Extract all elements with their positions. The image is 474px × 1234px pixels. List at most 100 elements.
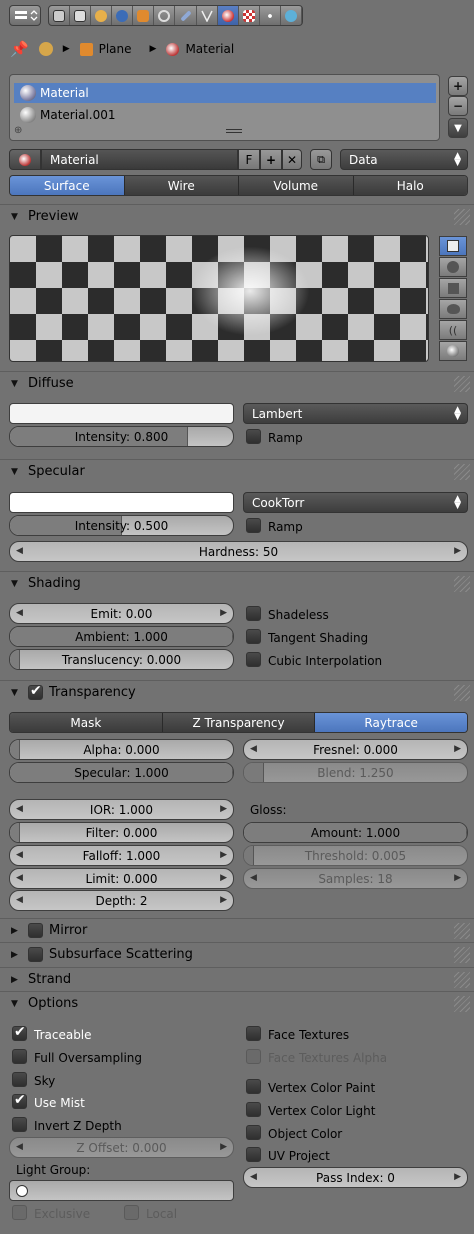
- panel-grip-icon[interactable]: [454, 464, 470, 480]
- uv-project-checkbox[interactable]: [246, 1147, 261, 1162]
- alpha-slider[interactable]: Alpha: 0.000: [9, 739, 234, 760]
- depth-field[interactable]: ◀ Depth: 2 ▶: [9, 890, 234, 911]
- diffuse-panel-header[interactable]: ▼ Diffuse: [0, 371, 474, 395]
- limit-field[interactable]: ◀ Limit: 0.000 ▶: [9, 868, 234, 889]
- preview-sky-button[interactable]: [439, 341, 467, 361]
- arrow-right-icon[interactable]: ▶: [454, 546, 461, 556]
- arrow-right-icon[interactable]: ▶: [454, 1172, 461, 1182]
- tab-halo[interactable]: Halo: [353, 176, 467, 195]
- arrow-right-icon[interactable]: ▶: [220, 1142, 227, 1152]
- sss-panel-header[interactable]: ▶ Subsurface Scattering: [0, 942, 474, 966]
- arrow-left-icon[interactable]: ◀: [16, 608, 23, 618]
- new-material-button[interactable]: +: [260, 149, 282, 170]
- fresnel-field[interactable]: ◀ Fresnel: 0.000 ▶: [243, 739, 468, 760]
- local-checkbox[interactable]: [124, 1205, 139, 1220]
- preview-monkey-button[interactable]: [439, 299, 467, 319]
- panel-grip-icon[interactable]: [454, 376, 470, 392]
- arrow-left-icon[interactable]: ◀: [250, 744, 257, 754]
- sss-checkbox[interactable]: [28, 947, 43, 962]
- arrow-right-icon[interactable]: ▶: [454, 873, 461, 883]
- tab-wire[interactable]: Wire: [124, 176, 239, 195]
- texture-context-icon[interactable]: [239, 6, 260, 25]
- transparency-panel-header[interactable]: ▼Transparency: [0, 680, 474, 704]
- copy-material-button[interactable]: ⧉: [310, 149, 332, 170]
- unlink-material-button[interactable]: ✕: [282, 149, 302, 170]
- emit-field[interactable]: ◀ Emit: 0.00 ▶: [9, 603, 234, 624]
- diffuse-ramp-checkbox[interactable]: [246, 429, 261, 444]
- remove-slot-button[interactable]: −: [448, 96, 468, 116]
- arrow-left-icon[interactable]: ◀: [16, 850, 23, 860]
- link-dropdown[interactable]: Data ▲ ▼: [340, 149, 468, 170]
- sky-checkbox[interactable]: [12, 1072, 27, 1087]
- hardness-field[interactable]: ◀ Hardness: 50 ▶: [9, 541, 468, 562]
- preview-panel-header[interactable]: ▼ Preview: [0, 204, 474, 228]
- render-layers-context-icon[interactable]: [70, 6, 92, 25]
- tab-z-transparency[interactable]: Z Transparency: [162, 713, 316, 732]
- diffuse-intensity-slider[interactable]: Intensity: 0.800: [9, 426, 234, 447]
- face-textures-alpha-checkbox[interactable]: [246, 1049, 261, 1064]
- tab-volume[interactable]: Volume: [239, 176, 354, 195]
- resize-handle-icon[interactable]: [226, 129, 242, 133]
- panel-grip-icon[interactable]: [454, 209, 470, 225]
- arrow-left-icon[interactable]: ◀: [16, 804, 23, 814]
- specular-shader-dropdown[interactable]: CookTorr ▲ ▼: [243, 492, 468, 513]
- material-context-icon[interactable]: [217, 6, 239, 25]
- material-slot-row[interactable]: Material.001: [14, 105, 436, 125]
- data-context-icon[interactable]: [197, 6, 218, 25]
- physics-context-icon[interactable]: [281, 6, 302, 25]
- transparency-checkbox[interactable]: [28, 683, 43, 700]
- specular-intensity-slider[interactable]: Intensity: 0.500: [9, 515, 234, 536]
- material-name-field[interactable]: Material: [41, 149, 238, 170]
- shadeless-checkbox[interactable]: [246, 606, 261, 621]
- z-offset-field[interactable]: ◀ Z Offset: 0.000 ▶: [9, 1137, 234, 1158]
- arrow-left-icon[interactable]: ◀: [250, 873, 257, 883]
- add-slot-button[interactable]: +: [448, 76, 468, 96]
- gloss-amount-slider[interactable]: Amount: 1.000: [243, 822, 468, 843]
- invert-z-depth-checkbox[interactable]: [12, 1117, 27, 1132]
- render-context-icon[interactable]: [49, 6, 71, 25]
- tangent-shading-checkbox[interactable]: [246, 629, 261, 644]
- constraints-context-icon[interactable]: [154, 6, 176, 25]
- panel-grip-icon[interactable]: [454, 972, 470, 988]
- vertex-color-light-checkbox[interactable]: [246, 1102, 261, 1117]
- panel-grip-icon[interactable]: [454, 923, 470, 939]
- panel-grip-icon[interactable]: [454, 685, 470, 701]
- mirror-panel-header[interactable]: ▶ Mirror: [0, 918, 474, 942]
- panel-grip-icon[interactable]: [454, 947, 470, 963]
- world-context-icon[interactable]: [112, 6, 134, 25]
- diffuse-shader-dropdown[interactable]: Lambert ▲ ▼: [243, 403, 468, 424]
- tab-raytrace[interactable]: Raytrace: [315, 713, 467, 732]
- slot-specials-button[interactable]: ▼: [448, 118, 468, 138]
- gloss-threshold-slider[interactable]: Threshold: 0.005: [243, 845, 468, 866]
- arrow-right-icon[interactable]: ▶: [220, 608, 227, 618]
- tab-surface[interactable]: Surface: [10, 176, 125, 195]
- add-small-icon[interactable]: ⊕: [14, 125, 22, 136]
- blend-slider[interactable]: Blend: 1.250: [243, 762, 468, 783]
- preview-hair-button[interactable]: ((: [439, 320, 467, 340]
- preview-cube-button[interactable]: [439, 278, 467, 298]
- traceable-checkbox[interactable]: [12, 1024, 27, 1041]
- cubic-interpolation-checkbox[interactable]: [246, 652, 261, 667]
- fake-user-button[interactable]: F: [238, 149, 260, 170]
- light-group-field[interactable]: [9, 1180, 234, 1201]
- arrow-left-icon[interactable]: ◀: [16, 895, 23, 905]
- tab-mask[interactable]: Mask: [10, 713, 163, 732]
- full-oversampling-checkbox[interactable]: [12, 1049, 27, 1064]
- material-slot-row[interactable]: Material: [14, 83, 436, 103]
- transparency-specular-slider[interactable]: Specular: 1.000: [9, 762, 234, 783]
- arrow-left-icon[interactable]: ◀: [250, 1172, 257, 1182]
- arrow-left-icon[interactable]: ◀: [16, 1142, 23, 1152]
- arrow-right-icon[interactable]: ▶: [454, 744, 461, 754]
- arrow-left-icon[interactable]: ◀: [16, 546, 23, 556]
- diffuse-color-field[interactable]: [9, 403, 234, 424]
- specular-color-field[interactable]: [9, 492, 234, 513]
- face-textures-checkbox[interactable]: [246, 1026, 261, 1041]
- ambient-slider[interactable]: Ambient: 1.000: [9, 626, 234, 647]
- arrow-right-icon[interactable]: ▶: [220, 895, 227, 905]
- options-panel-header[interactable]: ▼ Options: [0, 991, 474, 1015]
- use-mist-checkbox[interactable]: [12, 1092, 27, 1109]
- browse-material-button[interactable]: [9, 149, 41, 170]
- arrow-right-icon[interactable]: ▶: [220, 804, 227, 814]
- modifiers-context-icon[interactable]: [175, 6, 197, 25]
- exclusive-checkbox[interactable]: [12, 1205, 27, 1220]
